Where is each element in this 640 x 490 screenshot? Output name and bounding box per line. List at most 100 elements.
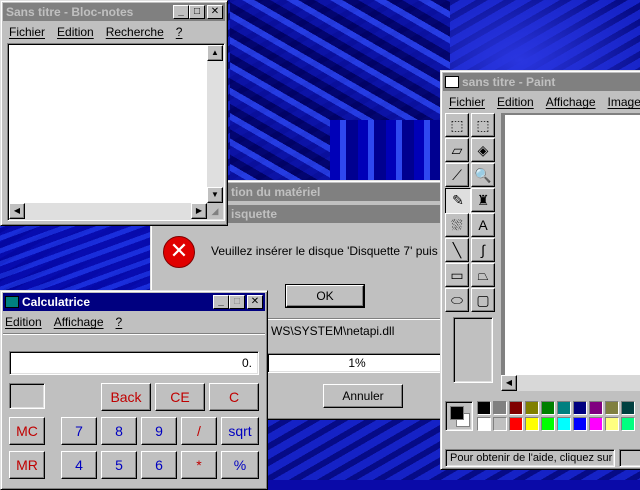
current-colors[interactable] — [445, 401, 473, 431]
menu-affichage[interactable]: Affichage — [48, 315, 110, 329]
digit-9-button[interactable]: 9 — [141, 417, 177, 445]
divide-button[interactable]: / — [181, 417, 217, 445]
ok-button[interactable]: OK — [285, 284, 365, 308]
curve-tool-button[interactable]: ∫ — [471, 238, 495, 262]
palette-color-swatch[interactable] — [605, 401, 619, 415]
palette-color-swatch[interactable] — [493, 417, 507, 431]
window-title: sans titre - Paint — [462, 75, 556, 89]
palette-color-swatch[interactable] — [573, 401, 587, 415]
maximize-button[interactable]: □ — [229, 295, 245, 309]
palette-color-swatch[interactable] — [621, 417, 635, 431]
ok-button-label[interactable]: OK — [286, 285, 364, 307]
pick-color-tool-button[interactable]: ⟋ — [445, 163, 469, 187]
menu-recherche[interactable]: Recherche — [100, 25, 170, 39]
airbrush-tool-button[interactable]: ⛆ — [445, 213, 469, 237]
palette-color-swatch[interactable] — [541, 401, 555, 415]
scroll-left-button[interactable]: ◀ — [501, 375, 517, 391]
polygon-icon: ⏢ — [477, 267, 489, 283]
menu-fichier[interactable]: Fichier — [443, 95, 491, 109]
drawing-canvas[interactable] — [505, 115, 640, 377]
clear-entry-button[interactable]: CE — [155, 383, 205, 411]
scroll-right-button[interactable]: ▶ — [191, 203, 207, 219]
minimize-button[interactable]: _ — [173, 5, 189, 19]
palette-color-swatch[interactable] — [621, 401, 635, 415]
menu-affichage[interactable]: Affichage — [540, 95, 602, 109]
palette-color-swatch[interactable] — [477, 417, 491, 431]
scroll-up-button[interactable]: ▲ — [207, 45, 223, 61]
palette-color-swatch[interactable] — [525, 417, 539, 431]
palette-color-swatch[interactable] — [605, 417, 619, 431]
horizontal-scrollbar[interactable] — [25, 203, 191, 219]
sqrt-button[interactable]: sqrt — [221, 417, 259, 445]
pencil-tool-button[interactable]: ✎ — [445, 188, 471, 214]
close-button[interactable]: ✕ — [207, 5, 223, 19]
menu-edition[interactable]: Edition — [3, 315, 48, 329]
digit-4-button[interactable]: 4 — [61, 451, 97, 479]
minimize-button[interactable]: _ — [213, 295, 229, 309]
digit-6-button[interactable]: 6 — [141, 451, 177, 479]
palette-color-swatch[interactable] — [477, 401, 491, 415]
cancel-button[interactable]: Annuler — [323, 384, 403, 408]
digit-7-button[interactable]: 7 — [61, 417, 97, 445]
palette-color-swatch[interactable] — [557, 401, 571, 415]
notepad-titlebar[interactable]: Sans titre - Bloc-notes _ □ ✕ — [3, 3, 225, 21]
scroll-down-button[interactable]: ▼ — [207, 187, 223, 203]
text-tool-button[interactable]: A — [471, 213, 495, 237]
menu-help[interactable]: ? — [110, 315, 129, 329]
scroll-left-button[interactable]: ◀ — [9, 203, 25, 219]
paint-window: sans titre - Paint Fichier Edition Affic… — [440, 70, 640, 470]
notepad-text-area[interactable] — [7, 43, 225, 221]
ellipse-icon: ⬭ — [451, 292, 463, 308]
palette-color-swatch[interactable] — [589, 401, 603, 415]
rounded-rect-tool-button[interactable]: ▢ — [471, 288, 495, 312]
free-select-tool-button[interactable]: ⬚ — [445, 113, 469, 137]
multiply-button[interactable]: * — [181, 451, 217, 479]
brush-tool-button[interactable]: ♜ — [471, 188, 495, 212]
polygon-tool-button[interactable]: ⏢ — [471, 263, 495, 287]
percent-button[interactable]: % — [221, 451, 259, 479]
calculator-app-icon — [5, 296, 19, 308]
clear-button[interactable]: C — [209, 383, 259, 411]
back-button[interactable]: Back — [101, 383, 151, 411]
palette-color-swatch[interactable] — [509, 401, 523, 415]
rectangle-tool-button[interactable]: ▭ — [445, 263, 469, 287]
paint-titlebar[interactable]: sans titre - Paint — [443, 73, 640, 91]
calculator-window: Calculatrice _ □ ✕ Edition Affichage ? 0… — [0, 290, 268, 490]
memory-clear-button[interactable]: MC — [9, 417, 45, 445]
window-title: Sans titre - Bloc-notes — [6, 5, 134, 19]
menu-edition[interactable]: Edition — [51, 25, 100, 39]
palette-color-swatch[interactable] — [509, 417, 523, 431]
tool-box: ⬚ ⬚ ▱ ◈ ⟋ 🔍 ✎ ♜ ⛆ A ╲ ∫ ▭ ⏢ ⬭ ▢ — [445, 113, 497, 333]
memory-recall-button[interactable]: MR — [9, 451, 45, 479]
menu-edition[interactable]: Edition — [491, 95, 540, 109]
resize-grip-icon[interactable]: ◢ — [207, 203, 223, 219]
maximize-button[interactable]: □ — [189, 5, 205, 19]
digit-8-button[interactable]: 8 — [101, 417, 137, 445]
close-button[interactable]: ✕ — [247, 295, 263, 309]
rect-select-tool-button[interactable]: ⬚ — [471, 113, 495, 137]
menu-help[interactable]: ? — [170, 25, 189, 39]
menu-fichier[interactable]: Fichier — [3, 25, 51, 39]
palette-color-swatch[interactable] — [573, 417, 587, 431]
palette-color-swatch[interactable] — [525, 401, 539, 415]
palette-color-swatch[interactable] — [589, 417, 603, 431]
palette-color-swatch[interactable] — [557, 417, 571, 431]
free-select-icon: ⬚ — [450, 117, 464, 133]
digit-5-button[interactable]: 5 — [101, 451, 137, 479]
menu-image[interactable]: Image — [602, 95, 640, 109]
pick-color-icon: ⟋ — [452, 167, 462, 183]
vertical-scrollbar[interactable] — [207, 61, 223, 187]
tool-options-panel[interactable] — [453, 317, 493, 383]
palette-color-swatch[interactable] — [541, 417, 555, 431]
fill-tool-button[interactable]: ◈ — [471, 138, 495, 162]
line-tool-button[interactable]: ╲ — [445, 238, 469, 262]
calculator-titlebar[interactable]: Calculatrice _ □ ✕ — [3, 293, 265, 311]
foreground-color-swatch — [450, 406, 464, 420]
palette-color-swatch[interactable] — [493, 401, 507, 415]
horizontal-scrollbar[interactable]: ◀ — [501, 375, 640, 391]
eraser-tool-button[interactable]: ▱ — [445, 138, 469, 162]
wallpaper-pattern — [330, 120, 450, 180]
brush-icon: ♜ — [476, 192, 490, 208]
magnifier-tool-button[interactable]: 🔍 — [471, 163, 495, 187]
ellipse-tool-button[interactable]: ⬭ — [445, 288, 469, 312]
